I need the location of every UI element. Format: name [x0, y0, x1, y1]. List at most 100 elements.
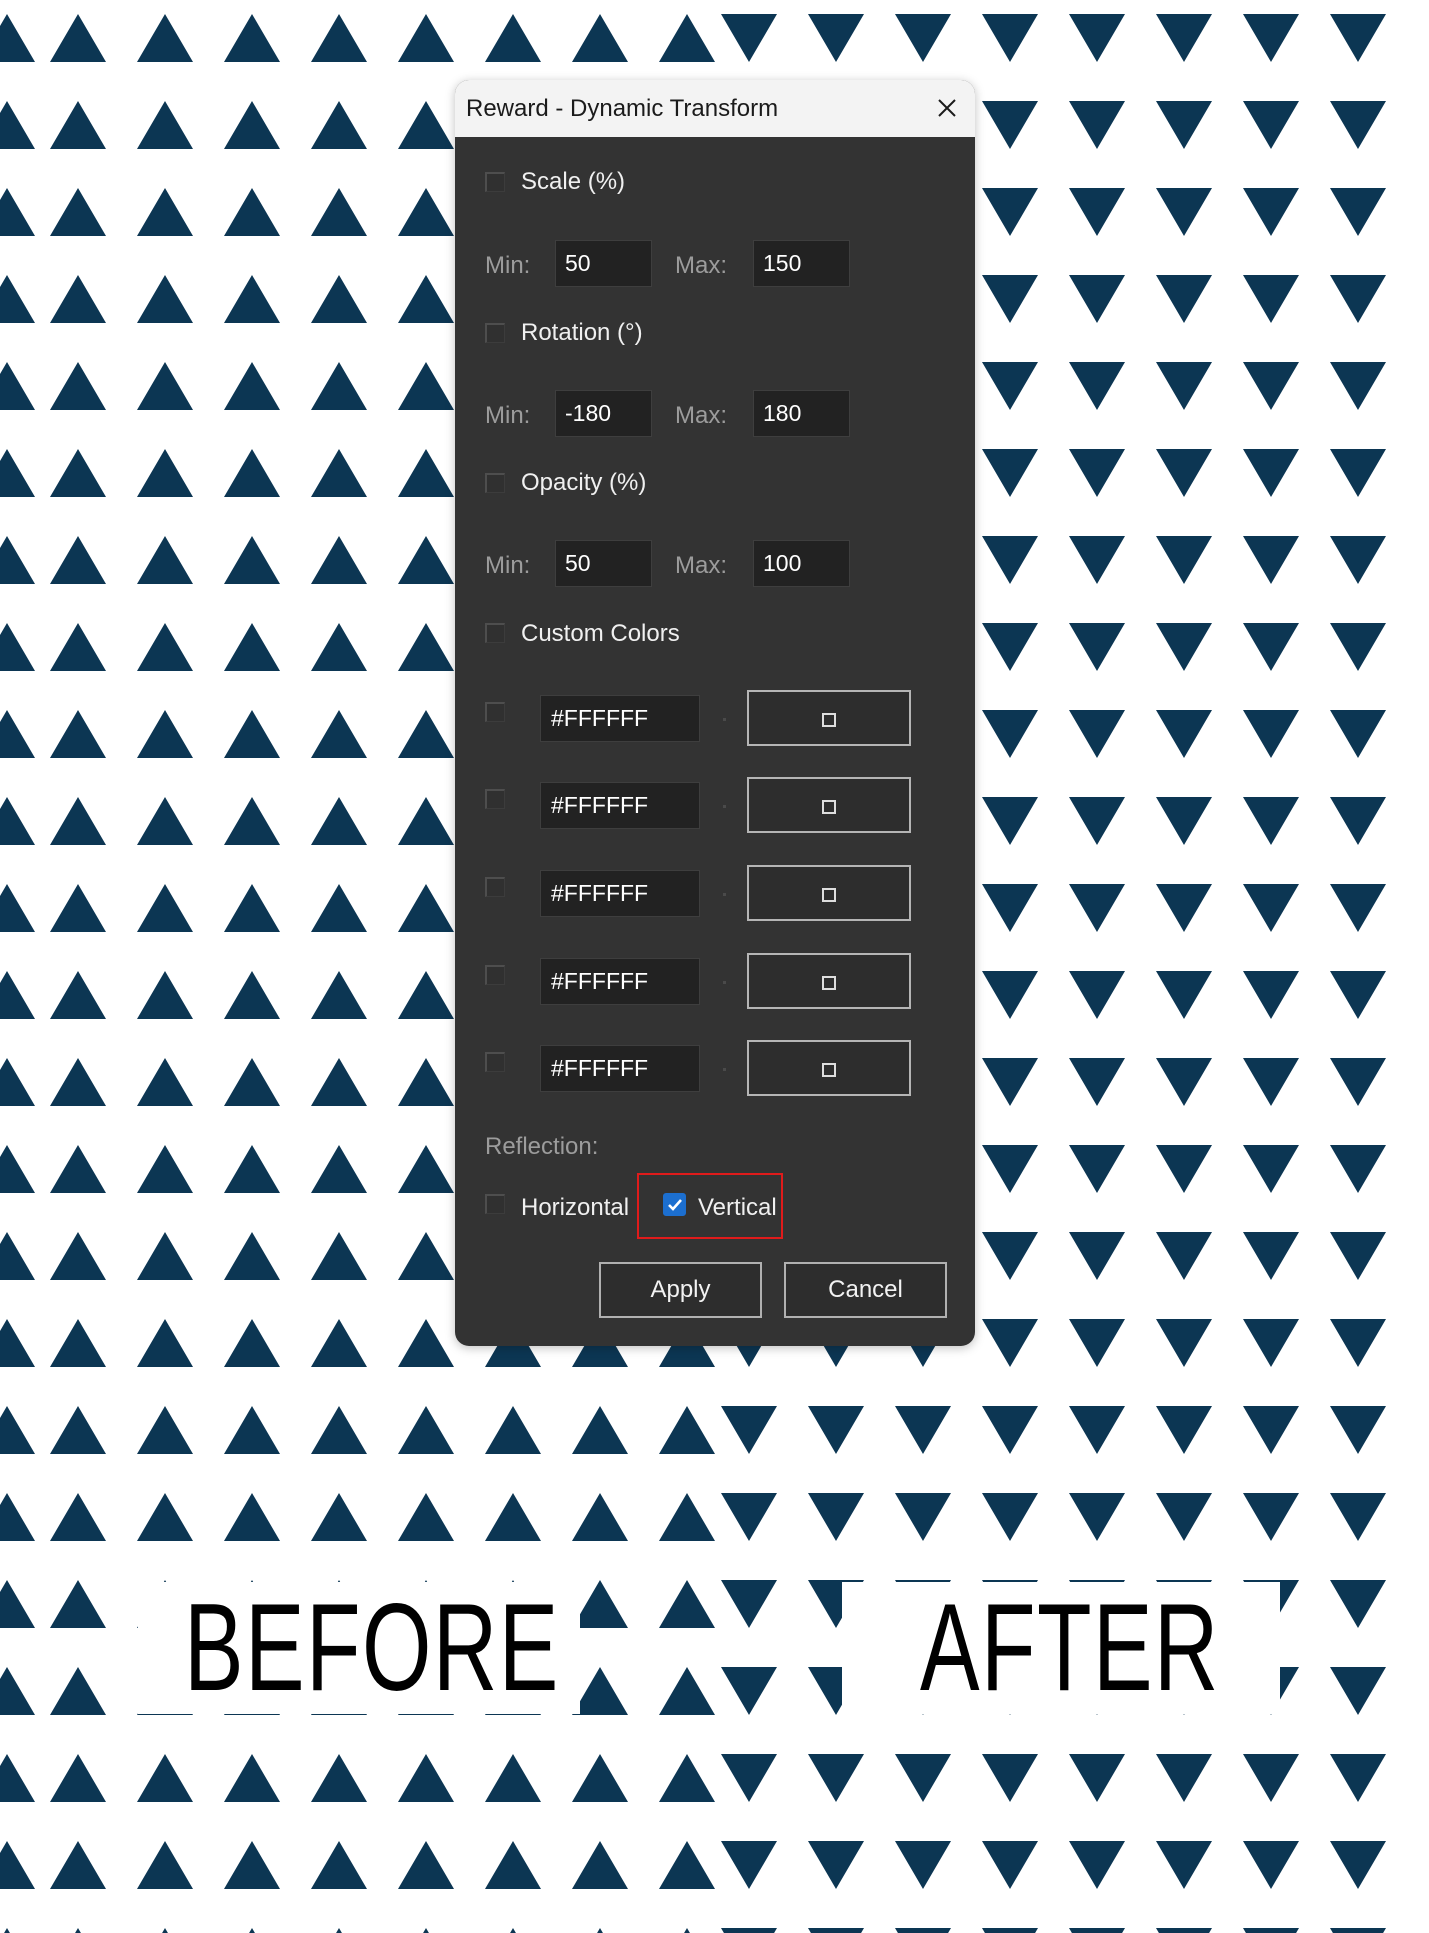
up-triangle — [311, 1841, 367, 1889]
up-triangle — [311, 101, 367, 149]
up-triangle — [398, 710, 454, 758]
down-triangle — [1330, 536, 1386, 584]
color-row-checkbox[interactable] — [485, 702, 505, 722]
up-triangle — [398, 1145, 454, 1193]
opacity-max-input[interactable]: 100 — [753, 540, 850, 587]
custom-colors-checkbox[interactable] — [485, 623, 505, 643]
down-triangle — [1243, 971, 1299, 1019]
color-swatch-button[interactable] — [747, 953, 911, 1009]
color-hex-input[interactable]: #FFFFFF — [540, 958, 700, 1005]
down-triangle — [1243, 275, 1299, 323]
down-triangle — [1330, 1580, 1386, 1628]
up-triangle — [224, 623, 280, 671]
up-triangle — [311, 536, 367, 584]
up-triangle — [0, 1754, 35, 1802]
up-triangle — [0, 1319, 35, 1367]
color-hex-input[interactable]: #FFFFFF — [540, 695, 700, 742]
down-triangle — [1243, 884, 1299, 932]
down-triangle — [1243, 1754, 1299, 1802]
up-triangle — [137, 101, 193, 149]
down-triangle — [808, 1928, 864, 1933]
up-triangle — [224, 14, 280, 62]
up-triangle — [510, 1928, 516, 1933]
up-triangle — [137, 188, 193, 236]
color-hex-input[interactable]: #FFFFFF — [540, 1045, 700, 1092]
down-triangle — [721, 1754, 777, 1802]
up-triangle — [0, 971, 35, 1019]
up-triangle — [224, 797, 280, 845]
down-triangle — [895, 1754, 951, 1802]
down-triangle — [1330, 101, 1386, 149]
up-triangle — [311, 797, 367, 845]
opacity-checkbox[interactable] — [485, 473, 505, 493]
up-triangle — [311, 710, 367, 758]
up-triangle — [75, 1928, 81, 1933]
up-triangle — [249, 1928, 255, 1933]
color-swatch-button[interactable] — [747, 777, 911, 833]
down-triangle — [1069, 188, 1125, 236]
apply-button[interactable]: Apply — [599, 1262, 762, 1318]
down-triangle — [1156, 1058, 1212, 1106]
color-hex-input[interactable]: #FFFFFF — [540, 782, 700, 829]
up-triangle — [659, 1754, 715, 1802]
down-triangle — [895, 1841, 951, 1889]
up-triangle — [50, 536, 106, 584]
up-triangle — [224, 449, 280, 497]
down-triangle — [1156, 449, 1212, 497]
up-triangle — [659, 1841, 715, 1889]
up-triangle — [50, 1841, 106, 1889]
up-triangle — [50, 1580, 106, 1628]
down-triangle — [1069, 1406, 1125, 1454]
color-swatch-button[interactable] — [747, 690, 911, 746]
up-triangle — [311, 1406, 367, 1454]
up-triangle — [485, 1493, 541, 1541]
scale-max-input[interactable]: 150 — [753, 240, 850, 287]
down-triangle — [1156, 971, 1212, 1019]
down-triangle — [1069, 536, 1125, 584]
down-triangle — [1330, 710, 1386, 758]
down-triangle — [1156, 1232, 1212, 1280]
down-triangle — [721, 1928, 777, 1933]
close-icon — [938, 99, 956, 117]
down-triangle — [1330, 362, 1386, 410]
rotation-max-input[interactable]: 180 — [753, 390, 850, 437]
up-triangle — [224, 1145, 280, 1193]
down-triangle — [1156, 101, 1212, 149]
down-triangle — [982, 449, 1038, 497]
color-hex-input[interactable]: #FFFFFF — [540, 870, 700, 917]
down-triangle — [982, 797, 1038, 845]
up-triangle — [398, 536, 454, 584]
scale-min-input[interactable]: 50 — [555, 240, 652, 287]
up-triangle — [311, 449, 367, 497]
opacity-min-input[interactable]: 50 — [555, 540, 652, 587]
down-triangle — [1330, 1493, 1386, 1541]
up-triangle — [659, 14, 715, 62]
horizontal-checkbox[interactable] — [485, 1194, 505, 1214]
up-triangle — [137, 1754, 193, 1802]
cancel-button[interactable]: Cancel — [784, 1262, 947, 1318]
down-triangle — [1069, 362, 1125, 410]
rotation-max-label: Max: — [675, 402, 728, 429]
up-triangle — [50, 1667, 106, 1715]
up-triangle — [684, 1928, 690, 1933]
up-triangle — [137, 536, 193, 584]
color-swatch-button[interactable] — [747, 1040, 911, 1096]
color-swatch-button[interactable] — [747, 865, 911, 921]
down-triangle — [808, 1406, 864, 1454]
color-row-checkbox[interactable] — [485, 789, 505, 809]
up-triangle — [50, 449, 106, 497]
down-triangle — [1243, 1058, 1299, 1106]
rotation-min-input[interactable]: -180 — [555, 390, 652, 437]
close-button[interactable] — [919, 80, 975, 137]
color-row-checkbox[interactable] — [485, 877, 505, 897]
down-triangle — [1243, 536, 1299, 584]
up-triangle — [137, 1406, 193, 1454]
dialog-title: Reward - Dynamic Transform — [466, 95, 779, 122]
down-triangle — [895, 1928, 951, 1933]
scale-checkbox[interactable] — [485, 172, 505, 192]
rotation-checkbox[interactable] — [485, 323, 505, 343]
swatch-square-icon — [822, 976, 836, 990]
down-triangle — [895, 1406, 951, 1454]
color-row-checkbox[interactable] — [485, 965, 505, 985]
color-row-checkbox[interactable] — [485, 1052, 505, 1072]
